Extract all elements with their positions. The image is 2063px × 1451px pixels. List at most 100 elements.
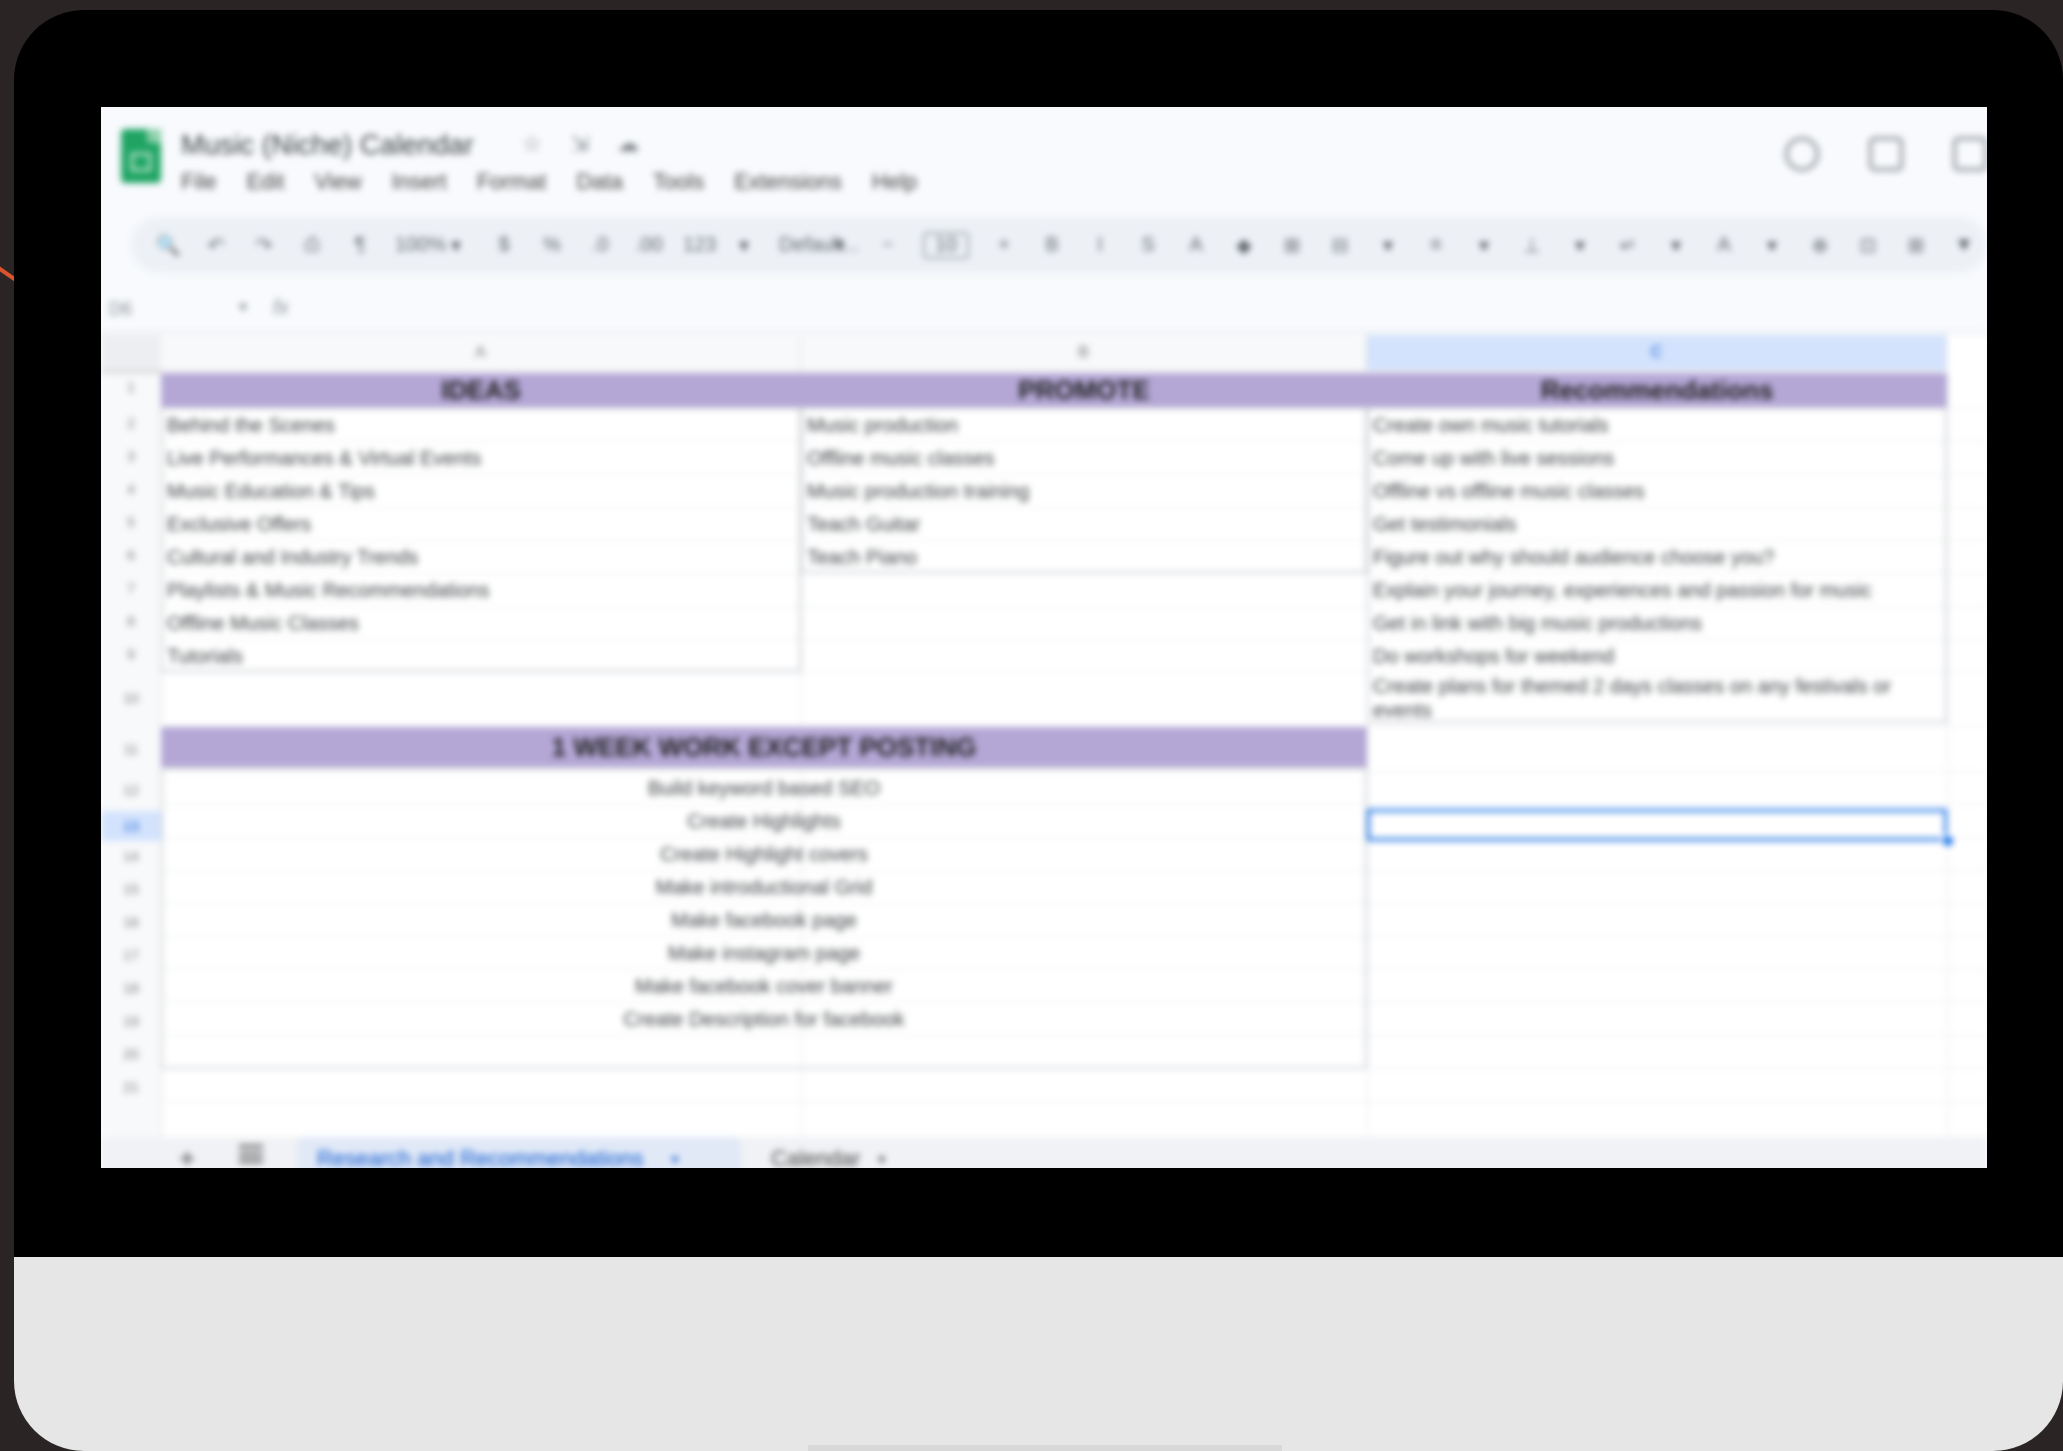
redo-icon[interactable]: ↷	[251, 233, 277, 258]
row-number[interactable]: 9	[101, 646, 161, 662]
week-work-item[interactable]: Create Description for facebook	[161, 1009, 1367, 1032]
row-number[interactable]: 6	[101, 547, 161, 563]
text-color-icon[interactable]: A	[1183, 234, 1209, 257]
chevron-down-icon[interactable]: ▾	[1759, 233, 1785, 258]
ideas-item[interactable]: Exclusive Offers	[167, 514, 797, 537]
horizontal-align-icon[interactable]: ≡	[1423, 234, 1449, 257]
menu-format[interactable]: Format	[477, 169, 547, 195]
row-number[interactable]: 11	[101, 741, 161, 757]
row-number[interactable]: 3	[101, 448, 161, 464]
promote-item[interactable]: Music production training	[807, 481, 1363, 504]
chevron-down-icon[interactable]: ▾	[1375, 233, 1401, 258]
borders-icon[interactable]: ⊞	[1279, 233, 1305, 258]
insert-link-icon[interactable]: ⊕	[1807, 233, 1833, 258]
ideas-item[interactable]: Live Performances & Virtual Events	[167, 448, 797, 471]
font-select[interactable]: Default...	[779, 234, 859, 257]
chevron-down-icon[interactable]: ▾	[827, 233, 853, 258]
history-icon[interactable]	[1785, 137, 1819, 171]
ideas-item[interactable]: Music Education & Tips	[167, 481, 797, 504]
all-sheets-icon[interactable]	[239, 1145, 263, 1163]
insert-chart-icon[interactable]: ⊞	[1903, 233, 1929, 258]
row-number[interactable]: 8	[101, 613, 161, 629]
week-work-item[interactable]: Make introductional Grid	[161, 877, 1367, 900]
undo-icon[interactable]: ↶	[203, 233, 229, 258]
recommendation-item[interactable]: Explain your journey, experiences and pa…	[1373, 580, 1943, 603]
star-icon[interactable]: ☆	[519, 131, 545, 157]
row-number[interactable]: 15	[101, 881, 161, 897]
add-sheet-button[interactable]: +	[179, 1143, 195, 1168]
select-all-corner[interactable]	[101, 335, 161, 373]
recommendation-item[interactable]: Do workshops for weekend	[1373, 646, 1943, 669]
recommendation-item[interactable]: Figure out why should audience choose yo…	[1373, 547, 1943, 570]
menu-file[interactable]: File	[181, 169, 216, 195]
week-work-header[interactable]: 1 WEEK WORK EXCEPT POSTING	[161, 727, 1367, 767]
recommendation-item[interactable]: Get testimonials	[1373, 514, 1943, 537]
ideas-item[interactable]: Tutorials	[167, 646, 797, 669]
recommendation-item[interactable]: Offline vs offline music classes	[1373, 481, 1943, 504]
recommendation-item[interactable]: Come up with live sessions	[1373, 448, 1943, 471]
menu-extensions[interactable]: Extensions	[734, 169, 842, 195]
row-number[interactable]: 5	[101, 514, 161, 530]
text-wrapping-icon[interactable]: ↵	[1615, 233, 1641, 258]
merge-cells-icon[interactable]: ⊟	[1327, 233, 1353, 258]
menu-tools[interactable]: Tools	[653, 169, 704, 195]
week-work-item[interactable]: Make instagram page	[161, 943, 1367, 966]
sheet-grid[interactable]: A B C 1 2 3 4 5 6 7 8 9 10 11 12 13 14 1…	[101, 335, 1987, 1145]
currency-format-icon[interactable]: $	[491, 234, 517, 257]
document-title[interactable]: Music (Niche) Calendar	[181, 129, 474, 161]
fill-handle[interactable]	[1941, 834, 1955, 848]
chevron-down-icon[interactable]: ▾	[1471, 233, 1497, 258]
menu-view[interactable]: View	[314, 169, 361, 195]
week-work-item[interactable]: Make facebook page	[161, 910, 1367, 933]
row-number[interactable]: 2	[101, 415, 161, 431]
meet-icon[interactable]	[1953, 137, 1987, 171]
ideas-item[interactable]: Behind the Scenes	[167, 415, 797, 438]
chevron-down-icon[interactable]: ▾	[672, 1137, 679, 1168]
bold-icon[interactable]: B	[1039, 234, 1065, 257]
name-box[interactable]: D6	[109, 299, 132, 320]
filter-icon[interactable]: ▼	[1951, 234, 1977, 257]
row-number[interactable]: 14	[101, 848, 161, 864]
ideas-item[interactable]: Cultural and Industry Trends	[167, 547, 797, 570]
column-header-b[interactable]: B	[801, 335, 1367, 371]
ideas-item[interactable]: Playlists & Music Recommendations	[167, 580, 797, 603]
chevron-down-icon[interactable]: ▾	[1663, 233, 1689, 258]
insert-comment-icon[interactable]: ⊡	[1855, 233, 1881, 258]
week-work-item[interactable]: Create Highlights	[161, 811, 1367, 834]
paint-format-icon[interactable]: ¶	[347, 234, 373, 257]
week-work-item[interactable]: Make facebook cover banner	[161, 976, 1367, 999]
recommendation-item[interactable]: Get in link with big music productions	[1373, 613, 1943, 636]
column-header-c[interactable]: C	[1367, 335, 1947, 371]
print-icon[interactable]: ⎙	[299, 234, 325, 257]
week-work-item[interactable]: Create Highlight covers	[161, 844, 1367, 867]
recommendations-header[interactable]: Recommendations	[1367, 373, 1947, 407]
row-number[interactable]: 19	[101, 1013, 161, 1029]
promote-item[interactable]: Teach Guitar	[807, 514, 1363, 537]
row-number[interactable]: 7	[101, 580, 161, 596]
tab-research-and-recommendations[interactable]: Research and Recommendations ▾	[297, 1137, 741, 1168]
menu-data[interactable]: Data	[576, 169, 622, 195]
row-number[interactable]: 20	[101, 1046, 161, 1062]
recommendation-item[interactable]: Create own music tutorials	[1373, 415, 1943, 438]
zoom-select[interactable]: 100%	[395, 234, 446, 257]
menu-edit[interactable]: Edit	[246, 169, 284, 195]
row-number[interactable]: 12	[101, 782, 161, 798]
row-number[interactable]: 18	[101, 980, 161, 996]
column-header-a[interactable]: A	[161, 335, 801, 371]
recommendation-item[interactable]: Create plans for themed 2 days classes o…	[1373, 675, 1933, 725]
menu-help[interactable]: Help	[872, 169, 917, 195]
cloud-status-icon[interactable]: ☁	[615, 131, 641, 157]
italic-icon[interactable]: I	[1087, 234, 1113, 257]
row-number[interactable]: 17	[101, 947, 161, 963]
promote-item[interactable]: Offline music classes	[807, 448, 1363, 471]
week-work-item[interactable]: Build keyword based SEO	[161, 778, 1367, 801]
row-number[interactable]: 4	[101, 481, 161, 497]
chevron-down-icon[interactable]: ▾	[239, 297, 247, 317]
comments-icon[interactable]	[1869, 137, 1903, 171]
search-menus-icon[interactable]: 🔍	[155, 233, 181, 258]
row-number[interactable]: 13	[101, 811, 161, 841]
row-number[interactable]: 10	[101, 690, 161, 706]
increase-font-size-icon[interactable]: +	[991, 234, 1017, 257]
sheets-logo-icon[interactable]	[121, 129, 161, 183]
increase-decimal-icon[interactable]: .00	[635, 234, 663, 257]
